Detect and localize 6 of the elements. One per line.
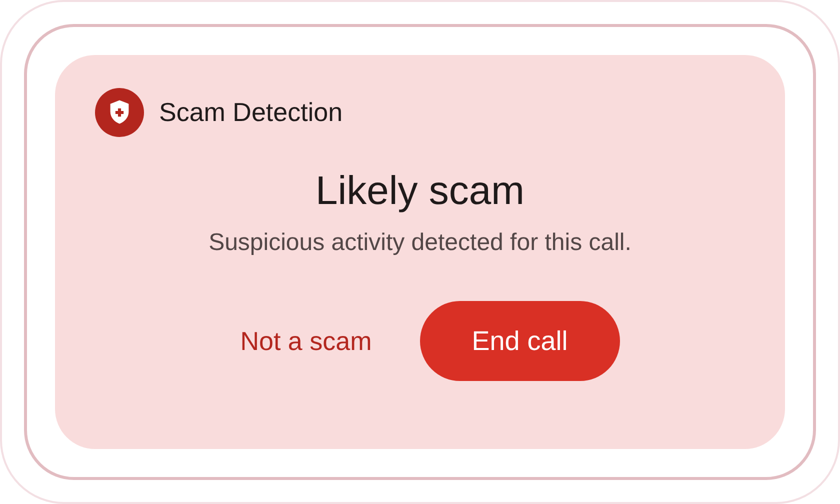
shield-icon bbox=[95, 88, 144, 137]
app-title: Scam Detection bbox=[159, 96, 343, 129]
dismiss-button[interactable]: Not a scam bbox=[240, 322, 372, 360]
headline: Likely scam bbox=[314, 168, 526, 215]
message: Suspicious activity detected for this call. bbox=[208, 228, 632, 258]
end-call-button[interactable]: End call bbox=[420, 301, 620, 381]
